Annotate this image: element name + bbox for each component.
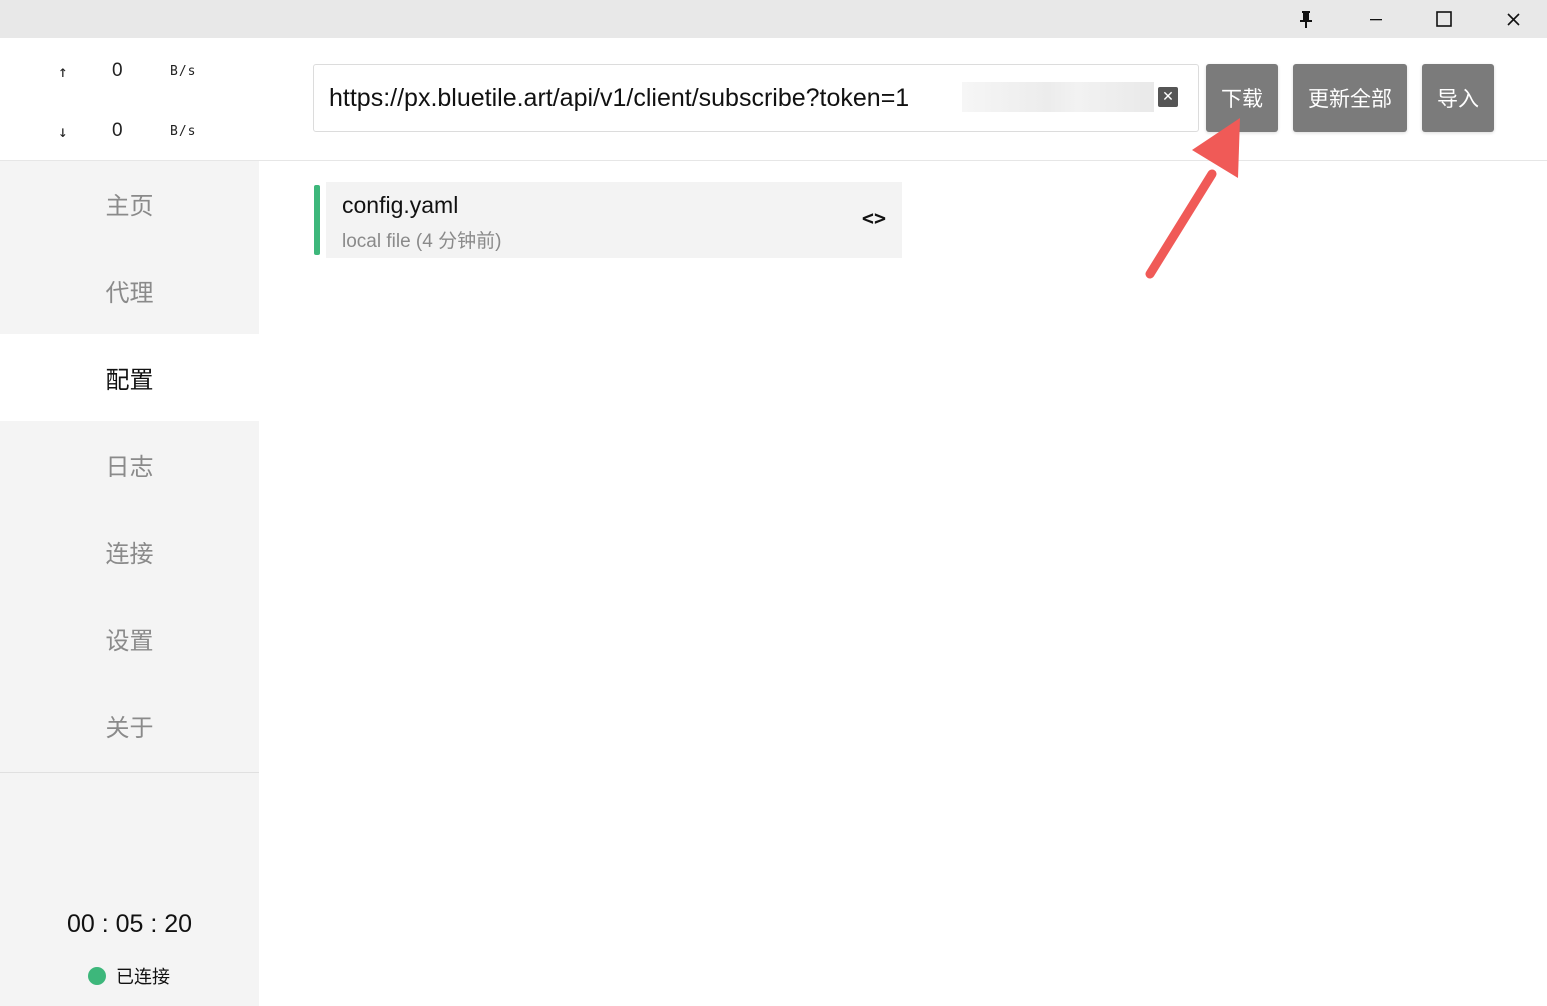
maximize-icon <box>1436 11 1452 27</box>
profile-card[interactable]: config.yaml local file (4 分钟前) <> <box>314 182 902 258</box>
sidebar-item-about[interactable]: 关于 <box>0 682 259 769</box>
download-value: 0 <box>112 120 123 141</box>
import-button-label: 导入 <box>1437 87 1479 111</box>
connection-status: 已连接 <box>88 964 170 988</box>
sidebar-item-proxies[interactable]: 代理 <box>0 247 259 334</box>
annotation-arrow-icon <box>1145 118 1240 279</box>
speed-panel: ↑ 0 B/s ↓ 0 B/s <box>0 38 259 161</box>
sidebar-item-logs[interactable]: 日志 <box>0 421 259 508</box>
uptime-timer: 00 : 05 : 20 <box>66 910 193 938</box>
sidebar-item-label: 关于 <box>105 714 154 742</box>
profile-card-body[interactable]: config.yaml local file (4 分钟前) <> <box>326 182 902 258</box>
sidebar-item-label: 配置 <box>105 366 154 394</box>
sidebar-item-label: 主页 <box>105 192 154 220</box>
sidebar-item-label: 连接 <box>105 540 154 568</box>
upload-unit: B/s <box>170 64 197 79</box>
profiles-toolbar: ✕ 下载 更新全部 导入 <box>259 38 1547 161</box>
download-speed: ↓ 0 B/s <box>0 116 259 146</box>
upload-speed: ↑ 0 B/s <box>0 56 259 86</box>
title-bar <box>0 0 1547 38</box>
minimize-button[interactable] <box>1342 0 1410 38</box>
sidebar-divider <box>0 772 259 773</box>
sidebar-item-label: 设置 <box>105 627 154 655</box>
update-all-button-label: 更新全部 <box>1308 87 1392 111</box>
download-unit: B/s <box>170 124 197 139</box>
subscription-url-field[interactable]: ✕ <box>313 64 1199 132</box>
sidebar-item-profiles[interactable]: 配置 <box>0 334 259 421</box>
close-icon <box>1506 12 1520 26</box>
import-button[interactable]: 导入 <box>1422 64 1494 132</box>
minimize-icon <box>1370 19 1382 21</box>
profile-name: config.yaml <box>342 192 459 218</box>
maximize-button[interactable] <box>1410 0 1478 38</box>
close-button[interactable] <box>1479 0 1547 38</box>
sidebar: ↑ 0 B/s ↓ 0 B/s 主页 代理 配置 日志 连接 设置 关于 00 … <box>0 38 259 1006</box>
clear-input-button[interactable]: ✕ <box>1158 87 1178 107</box>
status-label: 已连接 <box>116 967 170 988</box>
update-all-button[interactable]: 更新全部 <box>1293 64 1407 132</box>
download-arrow-icon: ↓ <box>58 122 68 141</box>
pin-icon <box>1300 11 1312 28</box>
sidebar-item-label: 代理 <box>105 279 154 307</box>
sidebar-item-connections[interactable]: 连接 <box>0 508 259 595</box>
edit-code-icon[interactable]: <> <box>862 206 886 230</box>
close-icon: ✕ <box>1162 89 1174 105</box>
sidebar-item-home[interactable]: 主页 <box>0 160 259 247</box>
redacted-token-mask <box>962 82 1154 112</box>
upload-arrow-icon: ↑ <box>58 62 68 81</box>
status-dot-icon <box>88 967 106 985</box>
sidebar-item-settings[interactable]: 设置 <box>0 595 259 682</box>
download-button-label: 下载 <box>1221 87 1263 111</box>
upload-value: 0 <box>112 60 123 81</box>
active-profile-indicator <box>314 185 320 255</box>
profile-subtitle: local file (4 分钟前) <box>342 231 502 252</box>
pin-button[interactable] <box>1272 0 1340 38</box>
sidebar-item-label: 日志 <box>105 453 154 481</box>
